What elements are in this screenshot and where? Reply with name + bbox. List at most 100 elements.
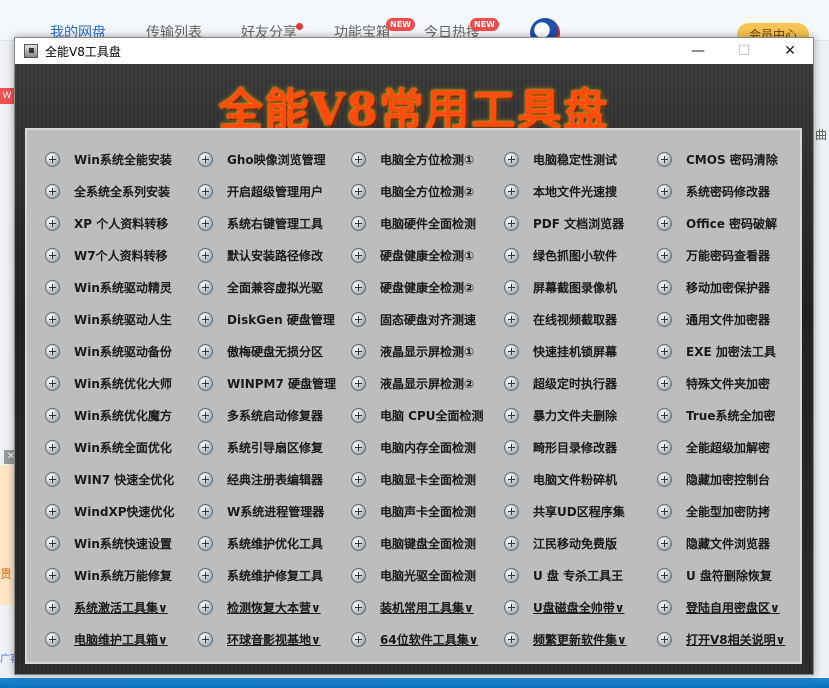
tool-item[interactable]: 硬盘健康全检测②	[351, 271, 504, 303]
tool-item-label: W系统进程管理器	[227, 504, 325, 519]
tool-item[interactable]: W7个人资料转移	[45, 239, 198, 271]
tool-item[interactable]: WindXP快速优化	[45, 495, 198, 527]
tool-category-link[interactable]: 检测恢复大本营∨	[198, 591, 351, 623]
tool-item[interactable]: 开启超级管理用户	[198, 175, 351, 207]
tool-item[interactable]: U 盘 专杀工具王	[504, 559, 657, 591]
tool-item[interactable]: 系统引导扇区修复	[198, 431, 351, 463]
tool-item[interactable]: 电脑文件粉碎机	[504, 463, 657, 495]
tool-item-label: Win系统全面优化	[74, 440, 172, 455]
tool-category-link[interactable]: 电脑维护工具箱∨	[45, 623, 198, 655]
tool-grid: Win系统全能安装 Gho映像浏览管理 电脑全方位检测① 电脑稳定性测试 CMOS 密码…	[45, 143, 810, 655]
tool-item[interactable]: 移动加密保护器	[657, 271, 810, 303]
tool-item[interactable]: 本地文件光速搜	[504, 175, 657, 207]
tool-item[interactable]: Win系统全能安装	[45, 143, 198, 175]
tool-item[interactable]: 共享UD区程序集	[504, 495, 657, 527]
tool-item[interactable]: 电脑 CPU全面检测	[351, 399, 504, 431]
plus-circle-icon	[504, 535, 519, 551]
tool-item[interactable]: Win系统驱动精灵	[45, 271, 198, 303]
tool-item[interactable]: 系统维护优化工具	[198, 527, 351, 559]
background-nav-bar: 我的网盘 传输列表 好友分享 功能宝箱 NEW 今日热搜 NEW 会员中心	[0, 0, 829, 48]
tool-item[interactable]: 系统右键管理工具	[198, 207, 351, 239]
tool-item-label: 电脑键盘全面检测	[380, 536, 477, 551]
tool-item[interactable]: Gho映像浏览管理	[198, 143, 351, 175]
tool-item[interactable]: 傲梅硬盘无损分区	[198, 335, 351, 367]
tool-item[interactable]: True系统全加密	[657, 399, 810, 431]
plus-circle-icon	[45, 599, 60, 615]
tool-item[interactable]: 电脑声卡全面检测	[351, 495, 504, 527]
tool-item[interactable]: 隐藏加密控制台	[657, 463, 810, 495]
tool-category-link[interactable]: 环球音影视基地∨	[198, 623, 351, 655]
tool-item[interactable]: 系统密码修改器	[657, 175, 810, 207]
tool-item[interactable]: 特殊文件夹加密	[657, 367, 810, 399]
tool-item[interactable]: 全能超级加解密	[657, 431, 810, 463]
tool-item[interactable]: 畸形目录修改器	[504, 431, 657, 463]
tool-item[interactable]: 多系统启动修复器	[198, 399, 351, 431]
tool-item[interactable]: Win系统优化大师	[45, 367, 198, 399]
tool-category-link[interactable]: 频繁更新软件集∨	[504, 623, 657, 655]
tool-item[interactable]: DiskGen 硬盘管理	[198, 303, 351, 335]
tool-item[interactable]: 在线视频截取器	[504, 303, 657, 335]
tool-item[interactable]: 固态硬盘对齐测速	[351, 303, 504, 335]
tool-item[interactable]: Win系统优化魔方	[45, 399, 198, 431]
side-ad[interactable]: 贵	[0, 465, 14, 605]
tool-item[interactable]: Win系统全面优化	[45, 431, 198, 463]
tool-item[interactable]: 江民移动免费版	[504, 527, 657, 559]
tool-item-label: 固态硬盘对齐测速	[380, 312, 477, 327]
tool-item[interactable]: U 盘符删除恢复	[657, 559, 810, 591]
tool-item[interactable]: 屏幕截图录像机	[504, 271, 657, 303]
tool-item[interactable]: Win系统驱动备份	[45, 335, 198, 367]
tool-category-link[interactable]: 64位软件工具集∨	[351, 623, 504, 655]
tool-item[interactable]: 暴力文件夫删除	[504, 399, 657, 431]
tool-item[interactable]: 全能型加密防拷	[657, 495, 810, 527]
tool-item[interactable]: 经典注册表编辑器	[198, 463, 351, 495]
tool-item[interactable]: PDF 文档浏览器	[504, 207, 657, 239]
plus-circle-icon	[198, 151, 213, 167]
tool-item[interactable]: 快速挂机锁屏幕	[504, 335, 657, 367]
plus-circle-icon	[45, 311, 60, 327]
tool-item[interactable]: 全系统全系列安装	[45, 175, 198, 207]
tool-item[interactable]: Win系统快速设置	[45, 527, 198, 559]
tool-item[interactable]: 液晶显示屏检测②	[351, 367, 504, 399]
tool-item[interactable]: 万能密码查看器	[657, 239, 810, 271]
tool-category-link[interactable]: 系统激活工具集∨	[45, 591, 198, 623]
plus-circle-icon	[45, 343, 60, 359]
tool-item[interactable]: 系统维护修复工具	[198, 559, 351, 591]
tool-item[interactable]: 隐藏文件浏览器	[657, 527, 810, 559]
tool-item[interactable]: 电脑显卡全面检测	[351, 463, 504, 495]
tool-item-label: 检测恢复大本营∨	[227, 600, 321, 615]
tool-item[interactable]: 电脑稳定性测试	[504, 143, 657, 175]
tool-item[interactable]: 硬盘健康全检测①	[351, 239, 504, 271]
plus-circle-icon	[198, 311, 213, 327]
tool-item[interactable]: 电脑内存全面检测	[351, 431, 504, 463]
tool-item[interactable]: Win系统万能修复	[45, 559, 198, 591]
tool-item[interactable]: WINPM7 硬盘管理	[198, 367, 351, 399]
tool-item[interactable]: 通用文件加密器	[657, 303, 810, 335]
close-button[interactable]: ✕	[767, 38, 813, 64]
tool-item[interactable]: 电脑全方位检测①	[351, 143, 504, 175]
tool-item[interactable]: 电脑全方位检测②	[351, 175, 504, 207]
minimize-button[interactable]: —	[675, 38, 721, 64]
tool-item[interactable]: 液晶显示屏检测①	[351, 335, 504, 367]
tool-item[interactable]: CMOS 密码清除	[657, 143, 810, 175]
tool-item[interactable]: 电脑硬件全面检测	[351, 207, 504, 239]
window-content: 全能V8常用工具盘 Win系统全能安装 Gho映像浏览管理 电脑全方位检测① 电脑稳定…	[15, 64, 813, 674]
tool-category-link[interactable]: U盘磁盘全帅带∨	[504, 591, 657, 623]
tool-item[interactable]: WIN7 快速全优化	[45, 463, 198, 495]
tool-category-link[interactable]: 登陆自用密盘区∨	[657, 591, 810, 623]
tool-item[interactable]: Office 密码破解	[657, 207, 810, 239]
tool-item[interactable]: 电脑键盘全面检测	[351, 527, 504, 559]
tool-item[interactable]: EXE 加密法工具	[657, 335, 810, 367]
tool-item[interactable]: 默认安装路径修改	[198, 239, 351, 271]
plus-circle-icon	[657, 375, 672, 391]
tool-item-label: 频繁更新软件集∨	[533, 632, 627, 647]
title-bar[interactable]: 全能V8工具盘 — ☐ ✕	[15, 38, 813, 64]
tool-item[interactable]: 电脑光驱全面检测	[351, 559, 504, 591]
tool-item[interactable]: 绿色抓图小软件	[504, 239, 657, 271]
tool-item[interactable]: 全面兼容虚拟光驱	[198, 271, 351, 303]
tool-item[interactable]: W系统进程管理器	[198, 495, 351, 527]
tool-item[interactable]: 超级定时执行器	[504, 367, 657, 399]
tool-item[interactable]: XP 个人资料转移	[45, 207, 198, 239]
tool-category-link[interactable]: 装机常用工具集∨	[351, 591, 504, 623]
tool-category-link[interactable]: 打开V8相关说明∨	[657, 623, 810, 655]
tool-item[interactable]: Win系统驱动人生	[45, 303, 198, 335]
